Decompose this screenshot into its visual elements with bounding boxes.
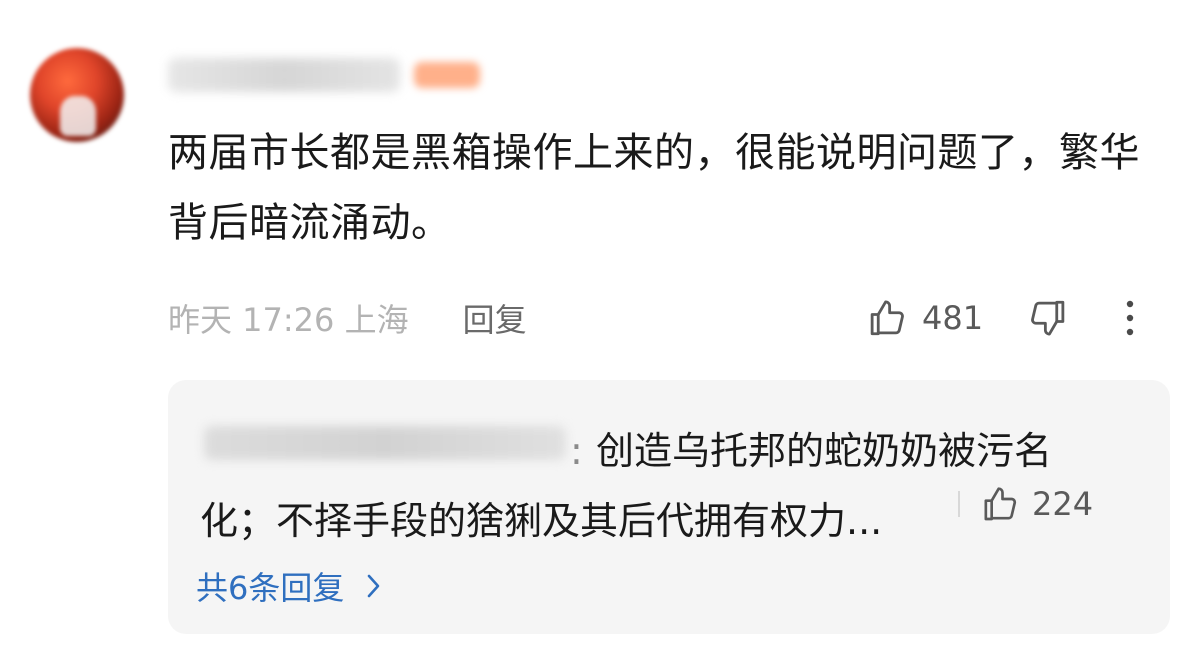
divider: [958, 491, 960, 517]
comment-meta: 昨天 17:26 上海 回复: [168, 296, 527, 340]
comment-time-location: 昨天 17:26 上海: [168, 301, 409, 339]
chevron-right-icon: [366, 572, 382, 600]
reply-like-count: 224: [1032, 485, 1094, 523]
comment-actions: 481: [866, 296, 1135, 340]
thumbs-down-icon: [1027, 297, 1069, 339]
reply-button[interactable]: 回复: [463, 295, 527, 341]
avatar[interactable]: [30, 48, 124, 142]
view-all-replies-link[interactable]: 共6条回复: [196, 564, 382, 608]
comment-text: 两届市长都是黑箱操作上来的，很能说明问题了，繁华背后暗流涌动。: [168, 130, 1140, 246]
reply-preview-box[interactable]: : 创造乌托邦的蛇奶奶被污名化；不择手段的猞猁及其后代拥有权力... 224 共…: [168, 380, 1170, 634]
more-button[interactable]: [1125, 300, 1135, 336]
reply-like-button[interactable]: 224: [958, 482, 1093, 526]
thumbs-up-icon: [980, 484, 1020, 524]
more-vertical-icon: [1125, 300, 1135, 336]
user-badge-blurred: [414, 62, 480, 88]
like-button[interactable]: 481: [866, 297, 983, 339]
like-count: 481: [922, 299, 984, 337]
dislike-button[interactable]: [1027, 297, 1069, 339]
thumbs-up-icon: [866, 297, 908, 339]
username-blurred[interactable]: [168, 58, 400, 92]
view-all-replies-label: 共6条回复: [196, 569, 345, 607]
